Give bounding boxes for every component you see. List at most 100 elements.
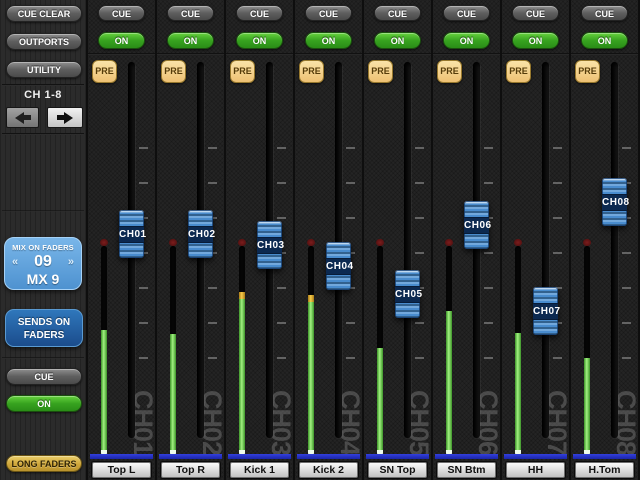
fader-cap-label: CH05 xyxy=(395,286,420,303)
fader-cap[interactable]: CH03 xyxy=(257,221,282,269)
fader-track[interactable] xyxy=(611,62,618,438)
fader-cap[interactable]: CH02 xyxy=(188,210,213,258)
strip-header-divider xyxy=(88,53,155,55)
fader-scale-tick xyxy=(277,287,286,289)
channel-cue-button[interactable]: CUE xyxy=(443,5,490,21)
channel-name[interactable]: Kick 2 xyxy=(299,462,358,478)
fader-cap[interactable]: CH04 xyxy=(326,242,351,290)
channel-on-button[interactable]: ON xyxy=(98,32,145,49)
fader-scale-tick xyxy=(415,217,424,219)
pre-badge[interactable]: PRE xyxy=(299,60,324,83)
fader-cap[interactable]: CH01 xyxy=(119,210,144,258)
channel-cue-button[interactable]: CUE xyxy=(98,5,145,21)
channel-name[interactable]: SN Top xyxy=(368,462,427,478)
channel-strip: CUE ON PRE CH01 CH01 Top L xyxy=(88,0,155,480)
pre-badge[interactable]: PRE xyxy=(437,60,462,83)
fader-scale-tick xyxy=(415,357,424,359)
fader-scale-tick xyxy=(484,287,493,289)
level-meter-fill xyxy=(101,330,107,450)
next-mix-chevron-icon[interactable]: » xyxy=(68,256,74,268)
channel-cue-button[interactable]: CUE xyxy=(512,5,559,21)
pre-badge[interactable]: PRE xyxy=(161,60,186,83)
level-meter-fill xyxy=(239,292,245,450)
fader-scale-tick xyxy=(622,252,631,254)
fader-scale-tick xyxy=(139,182,148,184)
level-meter-fill xyxy=(584,358,590,450)
fader-scale-tick xyxy=(208,357,217,359)
sidebar-divider xyxy=(2,357,84,359)
channel-on-button[interactable]: ON xyxy=(374,32,421,49)
level-meter xyxy=(377,246,383,456)
strip-header-divider xyxy=(157,53,224,55)
channel-name[interactable]: Kick 1 xyxy=(230,462,289,478)
sidebar-divider xyxy=(2,210,84,212)
channel-name[interactable]: SN Btm xyxy=(437,462,496,478)
fader-cap-label: CH01 xyxy=(119,226,144,243)
prev-bank-button[interactable] xyxy=(6,107,39,128)
fader-scale-tick xyxy=(415,182,424,184)
level-meter xyxy=(446,246,452,456)
fader-scale-tick xyxy=(277,217,286,219)
prev-mix-chevron-icon[interactable]: « xyxy=(12,256,18,268)
fader-cap[interactable]: CH07 xyxy=(533,287,558,335)
channel-color-bar xyxy=(297,454,360,459)
meter-yellow-segment xyxy=(308,295,314,302)
channel-cue-button[interactable]: CUE xyxy=(581,5,628,21)
fader-scale-tick xyxy=(622,287,631,289)
peak-led xyxy=(100,239,108,246)
channel-on-button[interactable]: ON xyxy=(305,32,352,49)
stagemix-screen: CUE CLEAR OUTPORTS UTILITY CH 1-8 MIX ON… xyxy=(0,0,640,480)
fader-scale-tick xyxy=(484,357,493,359)
channel-cue-button[interactable]: CUE xyxy=(374,5,421,21)
channel-on-button[interactable]: ON xyxy=(581,32,628,49)
peak-led xyxy=(514,239,522,246)
fader-cap[interactable]: CH06 xyxy=(464,201,489,249)
channel-color-bar xyxy=(366,454,429,459)
long-faders-button[interactable]: LONG FADERS xyxy=(6,455,82,472)
channel-strip: CUE ON PRE CH06 CH06 SN Btm xyxy=(433,0,500,480)
fader-scale-tick xyxy=(139,322,148,324)
next-bank-button[interactable] xyxy=(47,107,83,128)
channel-cue-button[interactable]: CUE xyxy=(305,5,352,21)
pre-badge[interactable]: PRE xyxy=(506,60,531,83)
sends-on-faders-button[interactable]: SENDS ON FADERS xyxy=(5,309,83,347)
channel-on-button[interactable]: ON xyxy=(167,32,214,49)
sidebar-cue-button[interactable]: CUE xyxy=(6,368,82,385)
fader-cap[interactable]: CH05 xyxy=(395,270,420,318)
pre-badge[interactable]: PRE xyxy=(368,60,393,83)
channel-color-bar xyxy=(228,454,291,459)
cue-clear-button[interactable]: CUE CLEAR xyxy=(6,5,82,22)
pre-badge[interactable]: PRE xyxy=(575,60,600,83)
mix-number: 09 xyxy=(34,253,52,271)
channel-name[interactable]: Top R xyxy=(161,462,220,478)
fader-scale-tick xyxy=(415,147,424,149)
channel-cue-button[interactable]: CUE xyxy=(236,5,283,21)
fader-track[interactable] xyxy=(473,62,480,438)
channel-name[interactable]: H.Tom xyxy=(575,462,634,478)
fader-cap-label: CH02 xyxy=(188,226,213,243)
fader-track[interactable] xyxy=(542,62,549,438)
channel-name[interactable]: HH xyxy=(506,462,565,478)
fader-scale-tick xyxy=(346,357,355,359)
sidebar-on-button[interactable]: ON xyxy=(6,395,82,412)
channel-strip: CUE ON PRE CH05 CH05 SN Top xyxy=(364,0,431,480)
channel-on-button[interactable]: ON xyxy=(443,32,490,49)
outports-button[interactable]: OUTPORTS xyxy=(6,33,82,50)
channel-cue-button[interactable]: CUE xyxy=(167,5,214,21)
mix-on-faders-panel[interactable]: MIX ON FADERS « 09 » MX 9 xyxy=(4,237,82,290)
level-meter xyxy=(584,246,590,456)
fader-scale-tick xyxy=(277,322,286,324)
pre-badge[interactable]: PRE xyxy=(230,60,255,83)
pre-badge[interactable]: PRE xyxy=(92,60,117,83)
channel-name[interactable]: Top L xyxy=(92,462,151,478)
channel-on-button[interactable]: ON xyxy=(236,32,283,49)
fader-cap[interactable]: CH08 xyxy=(602,178,627,226)
fader-scale-tick xyxy=(622,357,631,359)
fader-track[interactable] xyxy=(404,62,411,438)
sidebar-divider xyxy=(2,84,84,86)
utility-button[interactable]: UTILITY xyxy=(6,61,82,78)
strip-header-divider xyxy=(433,53,500,55)
channel-strip: CUE ON PRE CH08 CH08 H.Tom xyxy=(571,0,638,480)
channel-on-button[interactable]: ON xyxy=(512,32,559,49)
fader-scale-tick xyxy=(553,252,562,254)
